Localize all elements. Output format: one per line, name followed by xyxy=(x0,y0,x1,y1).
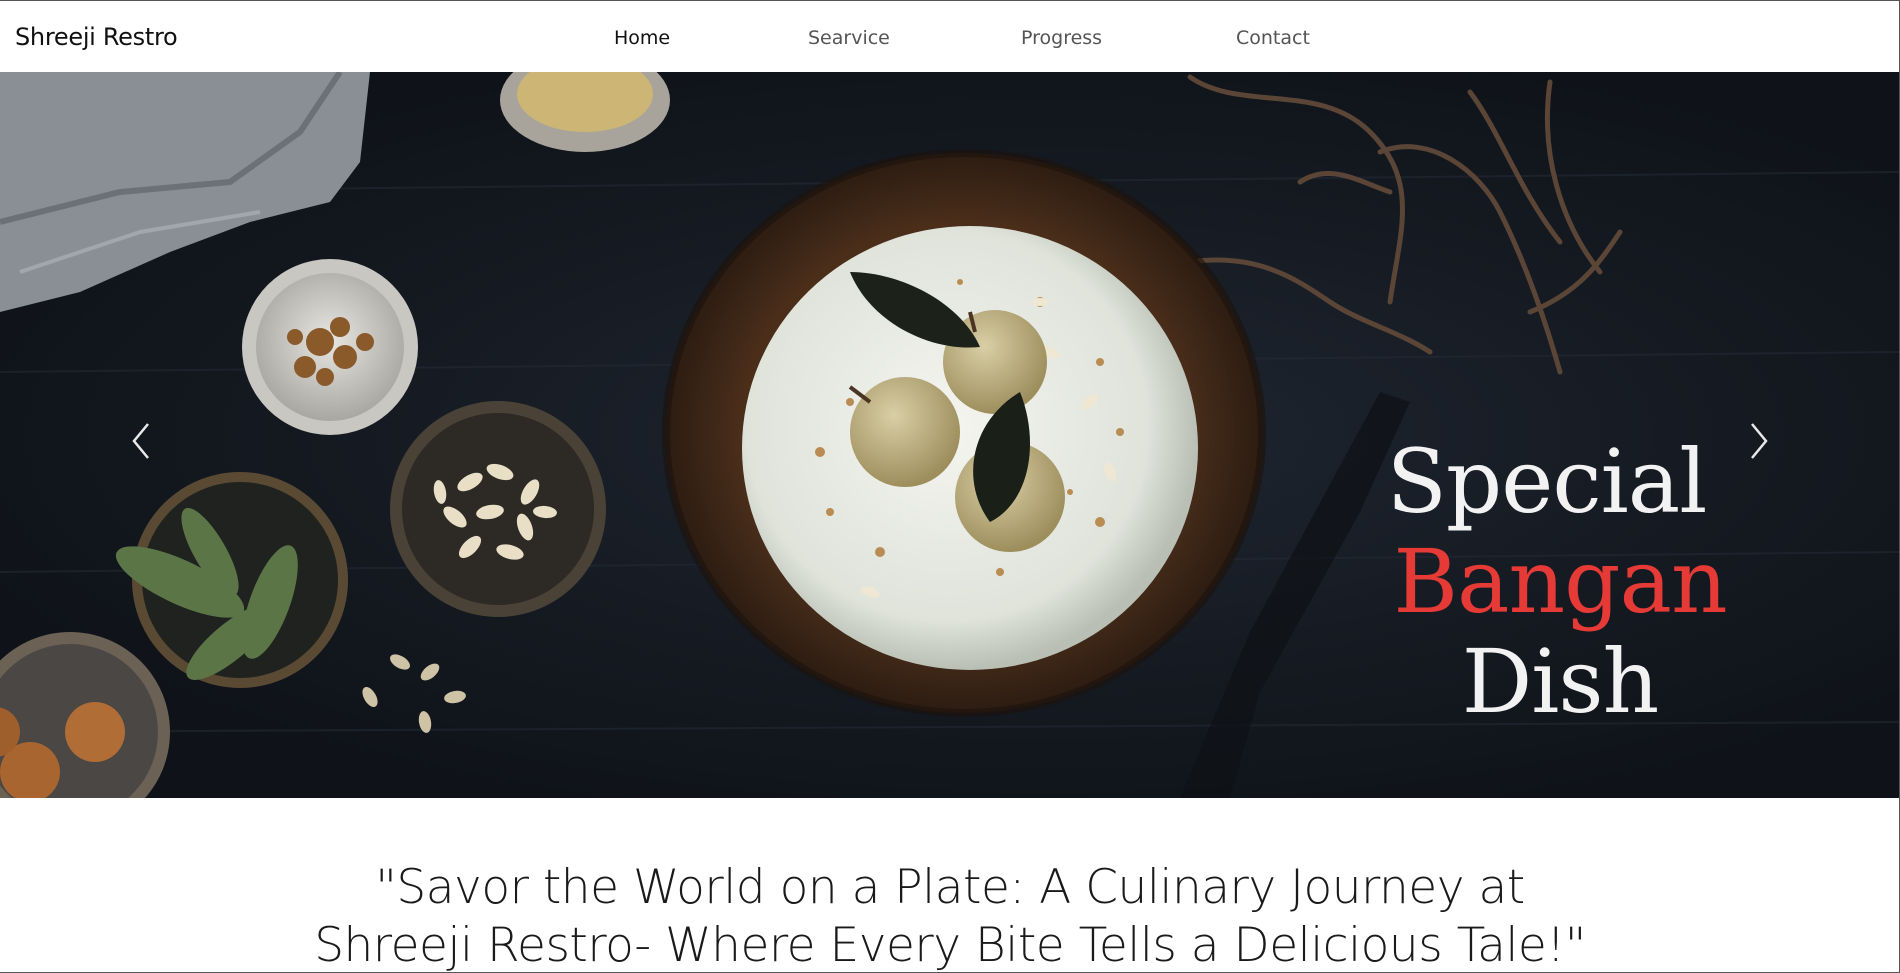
hero-carousel: Special Bangan Dish xyxy=(0,72,1899,798)
nav-service[interactable]: Searvice xyxy=(808,27,890,49)
browser-viewport: Shreeji Restro Home Searvice Progress Co… xyxy=(0,0,1900,973)
tagline-quote: "Savor the World on a Plate: A Culinary … xyxy=(300,859,1600,973)
caption-dish: Dish xyxy=(1461,630,1660,733)
quote-line-1: "Savor the World on a Plate: A Culinary … xyxy=(375,860,1525,915)
carousel-prev-button[interactable] xyxy=(122,416,162,466)
nav-home[interactable]: Home xyxy=(614,27,670,49)
nav-progress[interactable]: Progress xyxy=(1021,27,1102,49)
navbar: Shreeji Restro Home Searvice Progress Co… xyxy=(0,2,1899,71)
hero-caption: Special Bangan Dish xyxy=(1230,432,1890,732)
quote-line-2: Shreeji Restro- Where Every Bite Tells a… xyxy=(314,918,1586,973)
nav-contact[interactable]: Contact xyxy=(1236,27,1310,49)
caption-bangan: Bangan xyxy=(1393,530,1727,633)
chevron-left-icon xyxy=(132,423,149,459)
caption-special: Special xyxy=(1386,430,1708,533)
brand-logo[interactable]: Shreeji Restro xyxy=(15,23,178,51)
